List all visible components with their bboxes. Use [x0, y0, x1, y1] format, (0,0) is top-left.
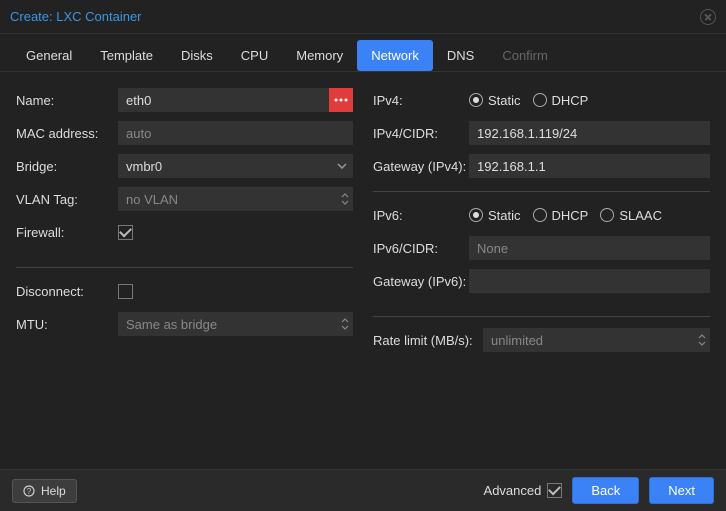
footer: ? Help Advanced Back Next — [0, 469, 726, 511]
mac-label: MAC address: — [16, 126, 118, 141]
ipv6-slaac-radio[interactable]: SLAAC — [600, 208, 662, 223]
radio-label: SLAAC — [619, 208, 662, 223]
tab-dns[interactable]: DNS — [433, 40, 488, 71]
left-column: Name: MAC address: Bridge: — [16, 88, 353, 469]
gw6-label: Gateway (IPv6): — [373, 274, 469, 289]
tab-confirm: Confirm — [488, 40, 562, 71]
tab-disks[interactable]: Disks — [167, 40, 227, 71]
tab-memory[interactable]: Memory — [282, 40, 357, 71]
mtu-input[interactable] — [118, 312, 353, 336]
next-button[interactable]: Next — [649, 477, 714, 504]
ipv4-static-radio[interactable]: Static — [469, 93, 521, 108]
form-body: Name: MAC address: Bridge: — [0, 72, 726, 469]
tab-cpu[interactable]: CPU — [227, 40, 282, 71]
ipv4-dhcp-radio[interactable]: DHCP — [533, 93, 589, 108]
separator — [373, 191, 710, 192]
close-icon[interactable] — [700, 9, 716, 25]
ipv6cidr-input[interactable] — [469, 236, 710, 260]
ipv6cidr-label: IPv6/CIDR: — [373, 241, 469, 256]
gw6-input[interactable] — [469, 269, 710, 293]
help-button[interactable]: ? Help — [12, 479, 77, 503]
advanced-label: Advanced — [484, 483, 542, 498]
tab-bar: General Template Disks CPU Memory Networ… — [0, 34, 726, 72]
advanced-checkbox[interactable] — [547, 483, 562, 498]
rate-input[interactable] — [483, 328, 710, 352]
back-button[interactable]: Back — [572, 477, 639, 504]
gw4-input[interactable] — [469, 154, 710, 178]
help-icon: ? — [23, 485, 35, 497]
ipv6-dhcp-radio[interactable]: DHCP — [533, 208, 589, 223]
radio-label: Static — [488, 93, 521, 108]
right-column: IPv4: Static DHCP IPv4/CIDR: Gateway (IP… — [373, 88, 710, 469]
mtu-label: MTU: — [16, 317, 118, 332]
rate-label: Rate limit (MB/s): — [373, 333, 483, 348]
tab-template[interactable]: Template — [86, 40, 167, 71]
radio-label: Static — [488, 208, 521, 223]
mac-input[interactable] — [118, 121, 353, 145]
dialog-window: Create: LXC Container General Template D… — [0, 0, 726, 511]
separator — [373, 316, 710, 317]
ipv4cidr-input[interactable] — [469, 121, 710, 145]
svg-text:?: ? — [27, 487, 32, 496]
disconnect-checkbox[interactable] — [118, 284, 133, 299]
help-label: Help — [41, 484, 66, 498]
name-label: Name: — [16, 93, 118, 108]
ipv6-label: IPv6: — [373, 208, 469, 223]
ipv4-label: IPv4: — [373, 93, 469, 108]
bridge-select[interactable] — [118, 154, 353, 178]
tab-network[interactable]: Network — [357, 40, 433, 71]
radio-label: DHCP — [552, 93, 589, 108]
ipv6-static-radio[interactable]: Static — [469, 208, 521, 223]
separator — [16, 267, 353, 268]
gw4-label: Gateway (IPv4): — [373, 159, 469, 174]
firewall-label: Firewall: — [16, 225, 118, 240]
tab-general[interactable]: General — [12, 40, 86, 71]
dialog-title: Create: LXC Container — [10, 9, 142, 24]
vlan-label: VLAN Tag: — [16, 192, 118, 207]
ellipsis-icon — [334, 98, 348, 102]
name-trigger-button[interactable] — [329, 88, 353, 112]
name-input[interactable] — [118, 88, 329, 112]
titlebar: Create: LXC Container — [0, 0, 726, 34]
radio-label: DHCP — [552, 208, 589, 223]
ipv4cidr-label: IPv4/CIDR: — [373, 126, 469, 141]
firewall-checkbox[interactable] — [118, 225, 133, 240]
disconnect-label: Disconnect: — [16, 284, 118, 299]
advanced-toggle[interactable]: Advanced — [484, 483, 563, 498]
bridge-label: Bridge: — [16, 159, 118, 174]
vlan-input[interactable] — [118, 187, 353, 211]
